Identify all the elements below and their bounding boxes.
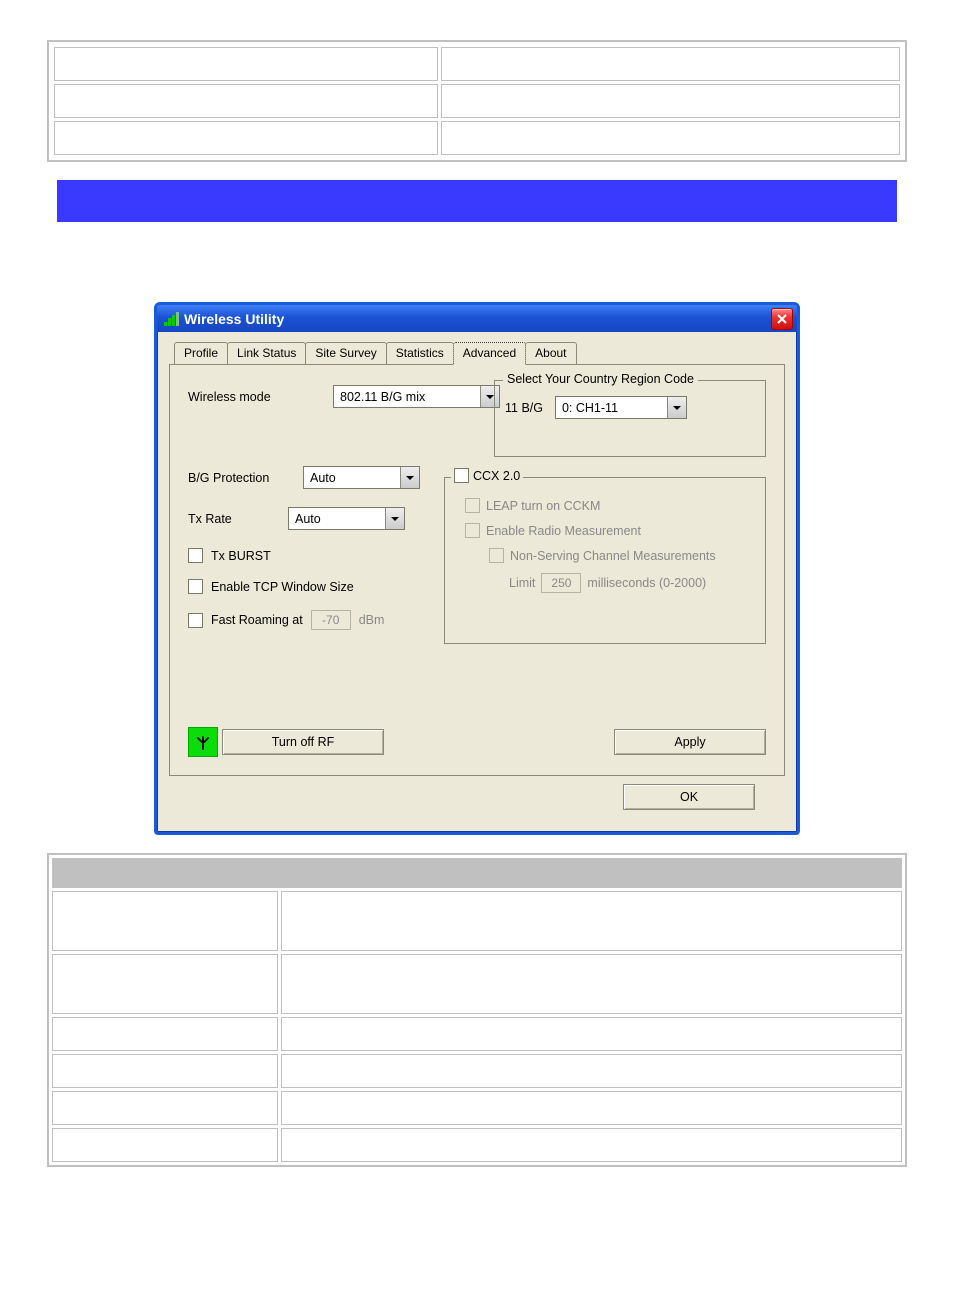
close-icon [777, 314, 787, 324]
country-region-combo[interactable]: 0: CH1-11 [555, 396, 687, 419]
limit-suffix: milliseconds (0-2000) [587, 576, 706, 590]
wireless-mode-combo[interactable]: 802.11 B/G mix [333, 385, 500, 408]
fast-roaming-value: -70 [311, 610, 351, 630]
limit-label: Limit [509, 576, 535, 590]
antenna-icon [188, 727, 218, 757]
tab-advanced[interactable]: Advanced [453, 342, 526, 365]
chevron-down-icon [667, 397, 686, 418]
tx-burst-checkbox[interactable] [188, 548, 203, 563]
tx-rate-label: Tx Rate [188, 512, 288, 526]
apply-button[interactable]: Apply [614, 729, 766, 755]
fast-roaming-unit: dBm [359, 613, 385, 627]
close-button[interactable] [771, 308, 793, 330]
advanced-pane: Wireless mode 802.11 B/G mix Select Your… [169, 364, 785, 776]
blue-heading-banner [57, 180, 897, 222]
window-title: Wireless Utility [184, 311, 771, 327]
tx-rate-combo[interactable]: Auto [288, 507, 405, 530]
wireless-utility-window: Wireless Utility Profile Link Status Sit… [154, 302, 800, 835]
radio-measurement-label: Enable Radio Measurement [486, 524, 641, 538]
leap-checkbox [465, 498, 480, 513]
tab-link-status[interactable]: Link Status [227, 342, 306, 365]
tab-about[interactable]: About [525, 342, 576, 365]
tab-statistics[interactable]: Statistics [386, 342, 454, 365]
ccx-checkbox[interactable] [454, 468, 469, 483]
chevron-down-icon [400, 467, 419, 488]
ccx-group: CCX 2.0 LEAP turn on CCKM Enable Radio M… [444, 477, 766, 644]
app-icon [163, 311, 179, 327]
tx-burst-label: Tx BURST [211, 549, 271, 563]
country-band-label: 11 B/G [505, 401, 543, 415]
non-serving-checkbox [489, 548, 504, 563]
turn-off-rf-button[interactable]: Turn off RF [222, 729, 384, 755]
titlebar: Wireless Utility [157, 305, 797, 332]
limit-value: 250 [541, 573, 581, 593]
tcp-window-checkbox[interactable] [188, 579, 203, 594]
country-group-title: Select Your Country Region Code [503, 372, 698, 386]
leap-label: LEAP turn on CCKM [486, 499, 600, 513]
fast-roaming-label: Fast Roaming at [211, 613, 303, 627]
tabstrip: Profile Link Status Site Survey Statisti… [174, 342, 785, 365]
tcp-window-label: Enable TCP Window Size [211, 580, 354, 594]
radio-measurement-checkbox [465, 523, 480, 538]
country-region-group: Select Your Country Region Code 11 B/G 0… [494, 380, 766, 457]
bottom-table [47, 853, 907, 1167]
bg-protection-combo[interactable]: Auto [303, 466, 420, 489]
non-serving-label: Non-Serving Channel Measurements [510, 549, 716, 563]
wireless-mode-label: Wireless mode [188, 390, 303, 404]
top-table [47, 40, 907, 162]
ccx-title: CCX 2.0 [473, 469, 520, 483]
fast-roaming-checkbox[interactable] [188, 613, 203, 628]
ok-button[interactable]: OK [623, 784, 755, 810]
tab-site-survey[interactable]: Site Survey [305, 342, 386, 365]
chevron-down-icon [385, 508, 404, 529]
tab-profile[interactable]: Profile [174, 342, 228, 365]
bg-protection-label: B/G Protection [188, 471, 303, 485]
